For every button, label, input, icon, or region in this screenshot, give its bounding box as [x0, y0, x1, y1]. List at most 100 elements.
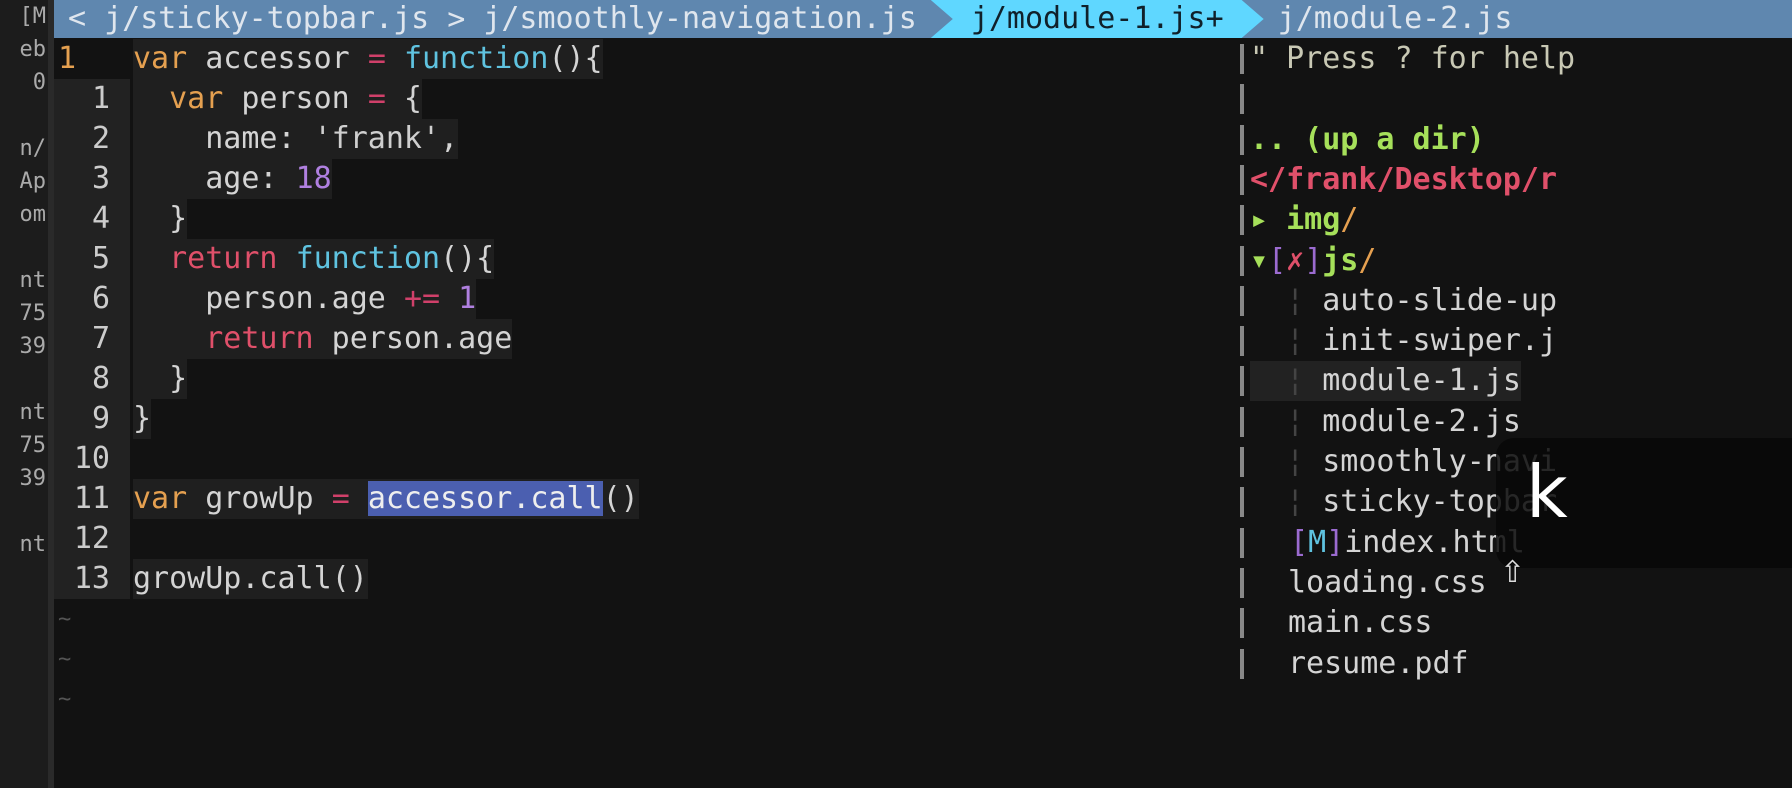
- code-line[interactable]: 1 var accessor = function(){: [54, 39, 1230, 79]
- tree-root-path[interactable]: </frank/Desktop/r: [1250, 160, 1557, 200]
- line-number: 6: [54, 279, 130, 319]
- code-line[interactable]: 2 name: 'frank',: [54, 119, 1230, 159]
- tree-divider: [1240, 487, 1244, 518]
- tree-file[interactable]: ¦ module-2.js: [1250, 402, 1521, 442]
- tab-j-module-2-js[interactable]: j/module-2.js: [1264, 0, 1527, 38]
- code-token: person.age: [133, 281, 404, 316]
- tree-text: " Press ? for help: [1250, 41, 1576, 76]
- code-line[interactable]: 10: [54, 439, 1230, 479]
- code-line[interactable]: 4 }: [54, 199, 1230, 239]
- tab--j-sticky-topbar-js[interactable]: < j/sticky-topbar.js: [54, 0, 443, 38]
- code-text[interactable]: return person.age: [133, 319, 513, 359]
- code-text[interactable]: var accessor = function(){: [133, 39, 603, 79]
- tree-file[interactable]: resume.pdf: [1288, 644, 1469, 684]
- code-token: return: [169, 241, 278, 276]
- code-line[interactable]: 5 return function(){: [54, 239, 1230, 279]
- code-token: accessor: [187, 41, 368, 76]
- code-line[interactable]: 6 person.age += 1: [54, 279, 1230, 319]
- code-token: }: [133, 201, 188, 236]
- code-text[interactable]: }: [133, 199, 188, 239]
- tree-file[interactable]: main.css: [1288, 603, 1433, 643]
- tree-text: ¦: [1250, 363, 1323, 399]
- code-line[interactable]: 1 var person = {: [54, 79, 1230, 119]
- keystroke-key: k: [1526, 450, 1568, 534]
- tree-divider: [1240, 84, 1244, 115]
- line-number: 1: [54, 39, 130, 79]
- visual-selection: accessor.call: [367, 481, 603, 516]
- code-text[interactable]: person.age += 1: [133, 279, 477, 319]
- tree-file[interactable]: loading.css: [1288, 563, 1487, 603]
- tree-text: [1268, 202, 1286, 237]
- tree-text: module-1.js: [1322, 363, 1521, 399]
- tree-text: resume.pdf: [1288, 645, 1469, 681]
- code-line[interactable]: 7 return person.age: [54, 319, 1230, 359]
- buffer-tabline: < j/sticky-topbar.js > j/smoothly-navigati…: [54, 0, 1792, 38]
- code-token: 18: [295, 161, 332, 196]
- tree-text: js: [1322, 242, 1359, 278]
- tab-j-smoothly-navigation-js[interactable]: j/smoothly-navigation.js: [469, 0, 930, 38]
- tree-divider: [1240, 406, 1244, 437]
- code-token: =: [367, 81, 386, 116]
- git-status-icon: M: [1308, 524, 1327, 560]
- line-number: 13: [54, 559, 130, 599]
- tree-file[interactable]: ¦ module-1.js: [1250, 361, 1521, 402]
- code-text[interactable]: name: 'frank',: [133, 119, 459, 159]
- terminal-text: 39: [19, 466, 47, 491]
- tree-text: main.css: [1288, 605, 1433, 641]
- code-token: var: [133, 481, 188, 516]
- code-token: }: [133, 401, 152, 436]
- tree-file[interactable]: [M]index.html: [1290, 523, 1525, 563]
- code-text[interactable]: }: [133, 359, 188, 399]
- code-token: +=: [403, 281, 441, 316]
- code-text[interactable]: growUp.call(): [133, 559, 368, 599]
- terminal-text: 0: [32, 70, 46, 95]
- tree-up-dir[interactable]: .. (up a dir): [1250, 120, 1485, 160]
- tree-text: img: [1286, 202, 1341, 238]
- left-terminal-pane: [M eb 0 n/Ap om nt 75 39 nt 75 39 nt: [0, 0, 48, 788]
- line-number: 5: [54, 239, 130, 279]
- terminal-text: eb: [19, 37, 47, 62]
- code-token: }: [133, 361, 188, 396]
- tree-dir-js[interactable]: ▾[✗]js/: [1250, 241, 1376, 281]
- tree-text: [: [1290, 524, 1309, 560]
- code-text[interactable]: return function(){: [133, 239, 495, 279]
- code-line[interactable]: 13 growUp.call(): [54, 559, 1230, 599]
- empty-line-tilde: ~: [58, 607, 72, 632]
- tree-divider: [1240, 366, 1244, 397]
- code-text[interactable]: var person = {: [133, 79, 422, 119]
- code-editor[interactable]: 1 var accessor = function(){1 var person …: [54, 39, 1230, 788]
- code-text[interactable]: age: 18: [133, 159, 332, 199]
- code-line[interactable]: 12: [54, 519, 1230, 559]
- code-token: function: [403, 41, 549, 76]
- collapsed-arrow-icon: ▸: [1250, 202, 1269, 238]
- code-line[interactable]: 9}: [54, 399, 1230, 439]
- tree-text: ¦: [1250, 444, 1323, 479]
- tree-file[interactable]: ¦ init-swiper.j: [1250, 321, 1557, 361]
- tree-dir-img[interactable]: ▸ img/: [1250, 200, 1358, 240]
- line-number: 2: [54, 119, 130, 159]
- tree-divider: [1240, 527, 1244, 558]
- tree-divider: [1240, 164, 1244, 195]
- code-text[interactable]: var growUp = accessor.call(): [133, 479, 639, 519]
- shift-icon: ⇧: [1500, 555, 1526, 590]
- code-text[interactable]: }: [133, 399, 152, 439]
- code-line[interactable]: 8 }: [54, 359, 1230, 399]
- code-token: =: [367, 41, 386, 76]
- code-token: (){: [440, 241, 495, 276]
- code-token: {: [385, 81, 422, 116]
- tab-j-module-1-js-[interactable]: j/module-1.js+: [931, 0, 1264, 38]
- nerdtree-panel[interactable]: " Press ? for help .. (up a dir) </frank/D…: [1232, 39, 1792, 788]
- empty-line-tilde: ~: [58, 687, 72, 712]
- tree-text: loading.css: [1288, 564, 1487, 600]
- code-line[interactable]: 3 age: 18: [54, 159, 1230, 199]
- code-token: age:: [133, 161, 296, 196]
- terminal-text: 39: [19, 334, 47, 359]
- code-token: 'frank': [313, 121, 441, 156]
- code-line[interactable]: 11 var growUp = accessor.call(): [54, 479, 1230, 519]
- tree-file[interactable]: ¦ auto-slide-up: [1250, 281, 1557, 321]
- expanded-arrow-icon: ▾: [1250, 242, 1269, 278]
- tree-help-text: " Press ? for help: [1250, 39, 1575, 79]
